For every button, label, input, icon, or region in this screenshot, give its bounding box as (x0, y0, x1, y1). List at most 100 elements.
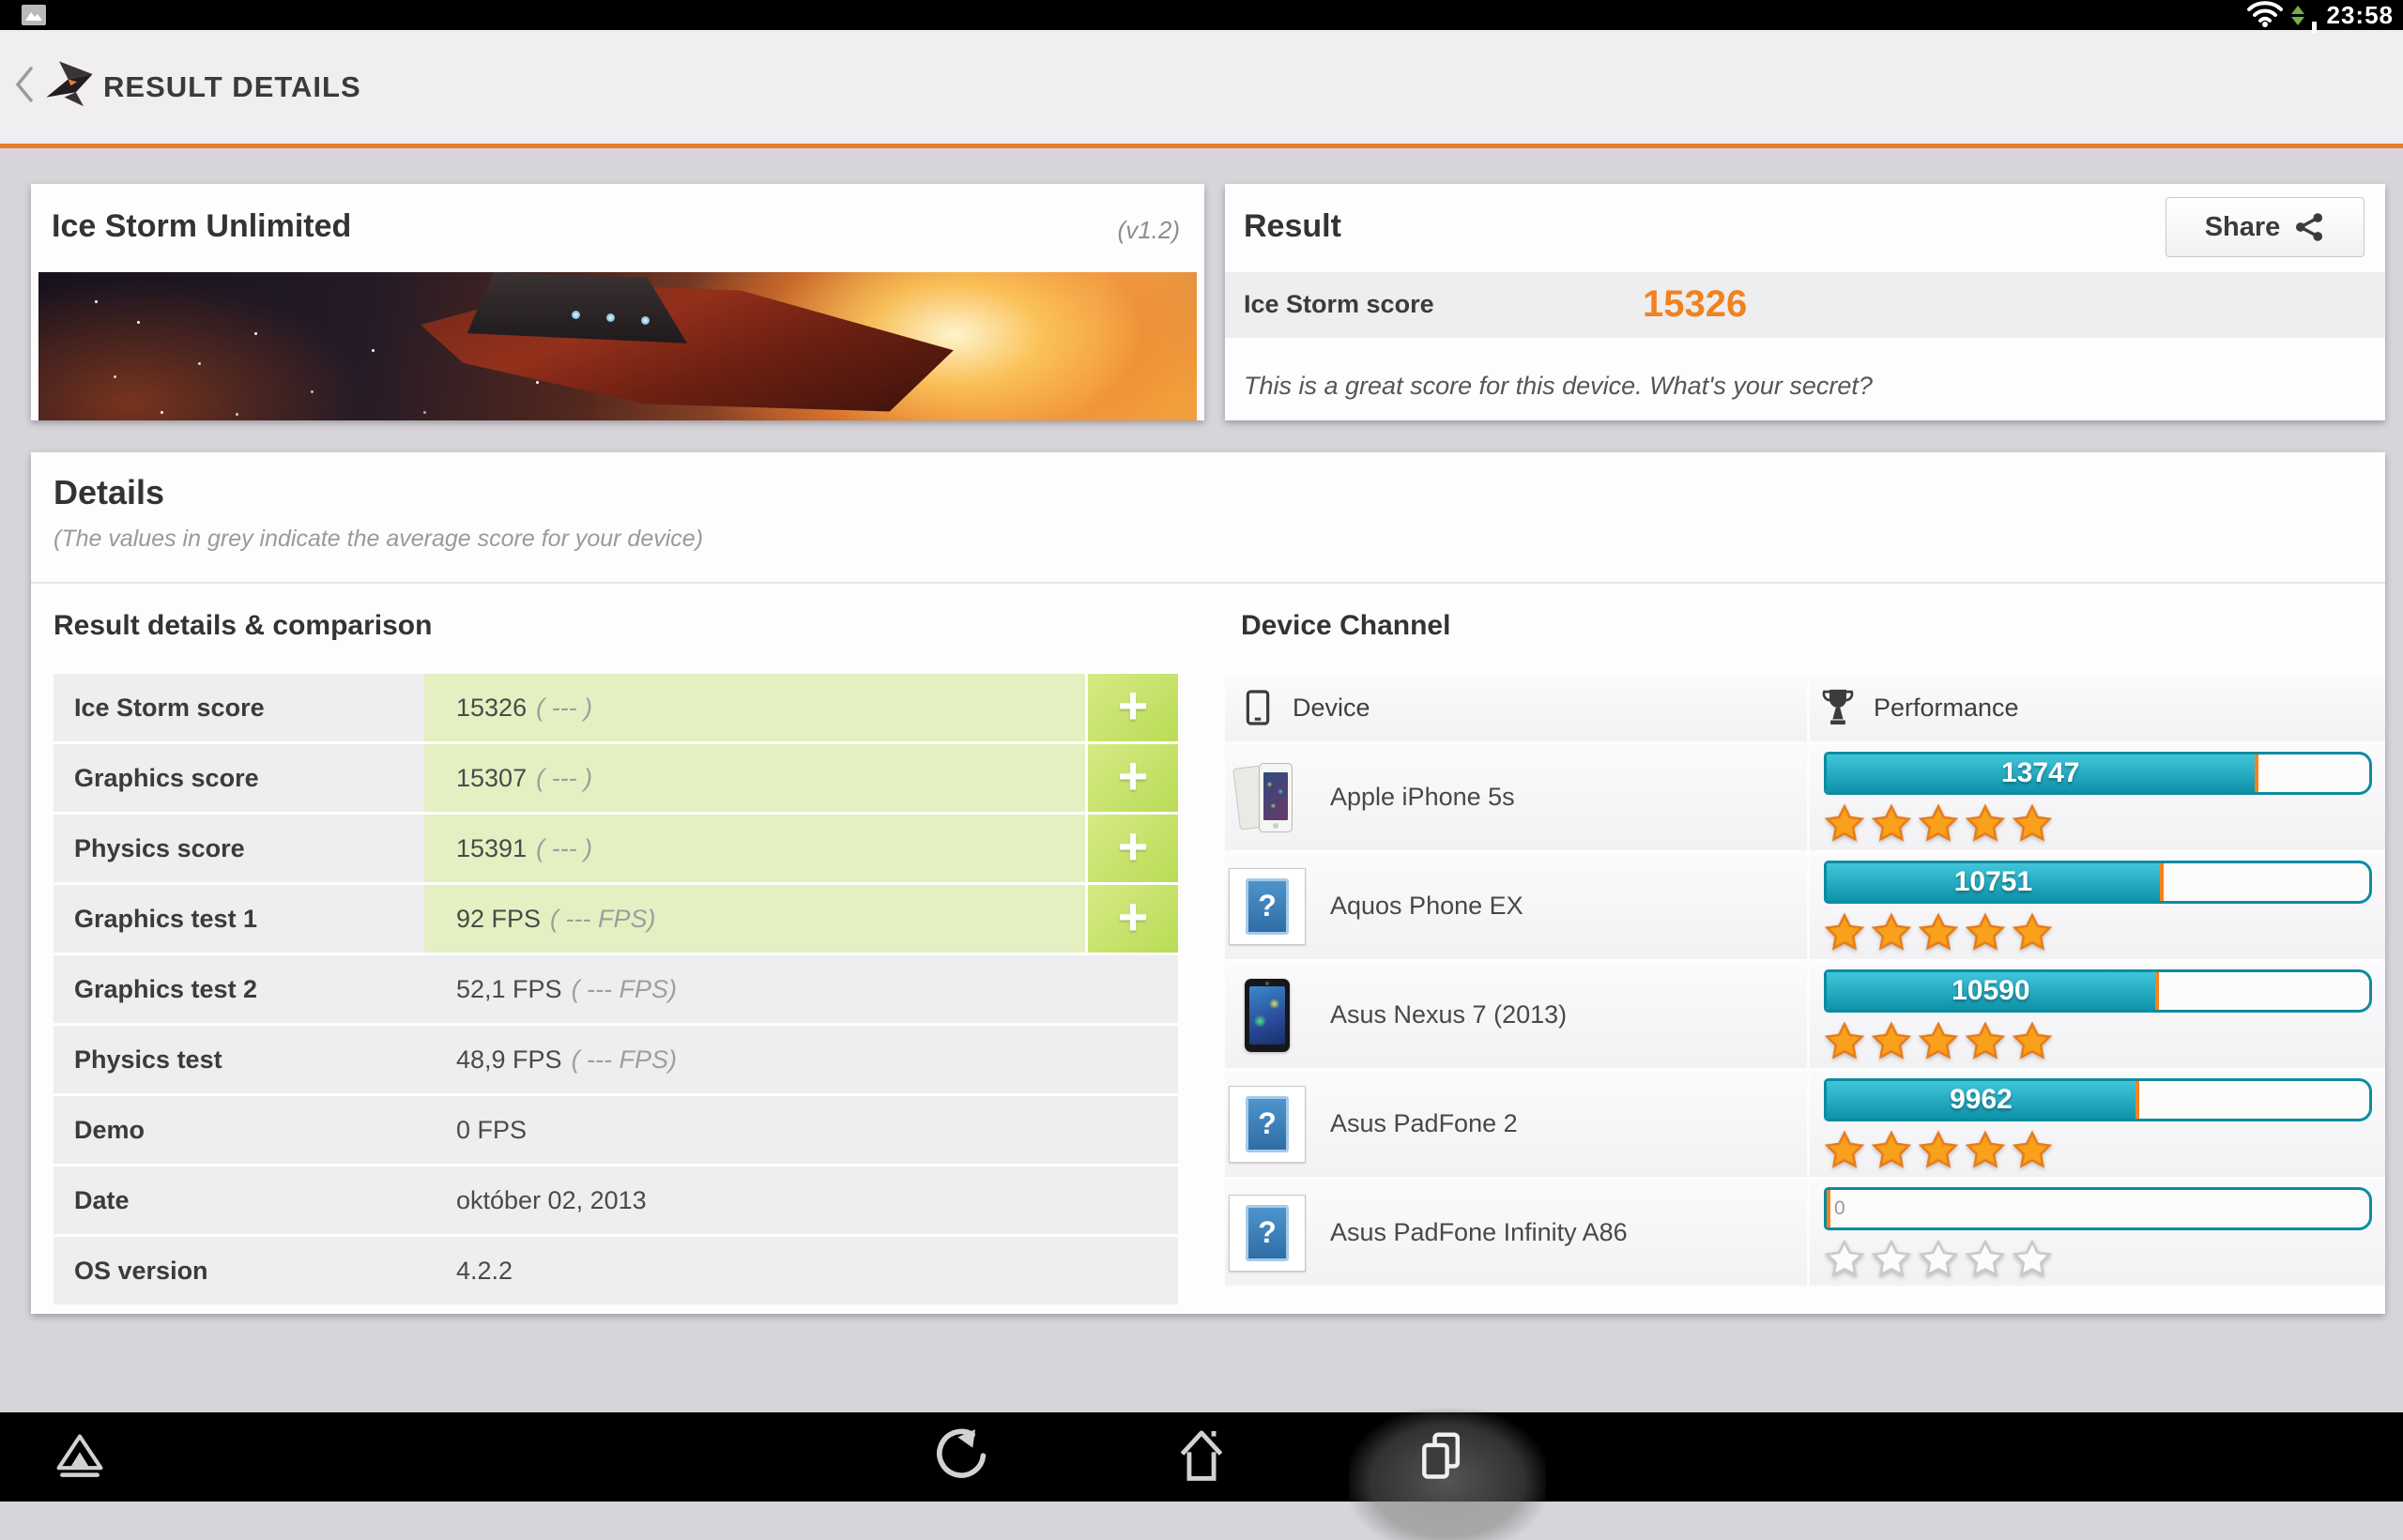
performance-bar-fill: 10590 (1827, 972, 2159, 1010)
metric-label: Graphics test 2 (54, 955, 424, 1023)
metric-value: 15391( --- ) (424, 815, 1085, 882)
star-rating (1824, 1130, 2376, 1171)
back-icon (937, 1428, 987, 1478)
star-filled-icon (1871, 1021, 1912, 1060)
score-comment: This is a great score for this device. W… (1244, 372, 1873, 400)
device-name: Apple iPhone 5s (1330, 783, 1515, 811)
test-name: Ice Storm Unlimited (52, 208, 352, 244)
metric-label: Graphics score (54, 744, 424, 812)
comparison-row: Ice Storm score 15326( --- ) + (54, 674, 1178, 741)
ice-storm-score-row: Ice Storm score 15326 (1225, 272, 2385, 338)
star-empty-icon (1918, 1239, 1959, 1277)
comparison-row: Physics test 48,9 FPS( --- FPS) (54, 1026, 1178, 1093)
device-name: Asus Nexus 7 (2013) (1330, 1000, 1568, 1029)
comparison-row: Graphics score 15307( --- ) + (54, 744, 1178, 812)
comparison-section-title: Result details & comparison (54, 610, 433, 641)
metric-label: Graphics test 1 (54, 885, 424, 953)
device-row[interactable]: Apple iPhone 5s 13747 (1225, 744, 2385, 850)
star-filled-icon (1871, 803, 1912, 842)
performance-score: 10751 (1953, 866, 2033, 897)
device-row[interactable]: ? Aquos Phone EX 10751 (1225, 853, 2385, 959)
star-empty-icon (2012, 1239, 2053, 1277)
metric-value: 4.2.2 (424, 1237, 1178, 1304)
3dmark-logo (43, 60, 96, 114)
plus-icon: + (1117, 816, 1149, 876)
star-filled-icon (1824, 1021, 1865, 1060)
comparison-row: OS version 4.2.2 (54, 1237, 1178, 1304)
status-time: 23:58 (2326, 0, 2394, 29)
nav-back-button[interactable] (892, 1412, 1033, 1502)
star-empty-icon (1871, 1239, 1912, 1277)
performance-bar-fill: 10751 (1827, 863, 2164, 901)
metric-value: 15307( --- ) (424, 744, 1085, 812)
device-row[interactable]: ? Asus PadFone Infinity A86 0 (1225, 1180, 2385, 1286)
star-filled-icon (1871, 912, 1912, 951)
metric-label: Physics test (54, 1026, 424, 1093)
device-channel-title: Device Channel (1241, 610, 1451, 641)
star-filled-icon (2012, 1021, 2053, 1060)
performance-score: 9962 (1950, 1084, 2013, 1115)
device-photo-iphone-5s (1229, 759, 1306, 836)
performance-bar: 10590 (1824, 969, 2372, 1013)
device-channel-table: Device Performance Apple iPhone 5s 13747?… (1225, 674, 2385, 1288)
star-empty-icon (1965, 1239, 2006, 1277)
star-filled-icon (2012, 803, 2053, 842)
performance-score: 10590 (1951, 975, 2030, 1006)
small-apps-button[interactable] (9, 1412, 150, 1502)
test-version: (v1.2) (1117, 216, 1180, 244)
test-card: Ice Storm Unlimited (v1.2) (31, 184, 1204, 420)
share-button[interactable]: Share (2166, 197, 2365, 257)
expand-row-button[interactable]: + (1088, 744, 1178, 812)
metric-value: 48,9 FPS( --- FPS) (424, 1026, 1178, 1093)
home-icon (1180, 1429, 1223, 1481)
status-bar: 23:58 (0, 0, 2403, 33)
recent-apps-icon (1422, 1431, 1461, 1479)
device-placeholder-icon: ? (1229, 1194, 1306, 1272)
device-row[interactable]: ? Asus PadFone 2 9962 (1225, 1071, 2385, 1177)
nav-home-button[interactable] (1131, 1412, 1272, 1502)
star-filled-icon (1965, 1130, 2006, 1168)
divider (31, 582, 2385, 584)
share-button-label: Share (2204, 211, 2281, 242)
metric-value: 0 FPS (424, 1096, 1178, 1164)
performance-bar: 9962 (1824, 1078, 2372, 1121)
header-back-button[interactable] (0, 30, 41, 144)
details-note: (The values in grey indicate the average… (54, 526, 704, 552)
expand-row-button[interactable]: + (1088, 674, 1178, 741)
small-apps-icon (56, 1434, 103, 1477)
performance-column-icon (1822, 689, 1854, 724)
device-name: Asus PadFone 2 (1330, 1109, 1518, 1137)
device-row[interactable]: Asus Nexus 7 (2013) 10590 (1225, 962, 2385, 1068)
star-filled-icon (1824, 1130, 1865, 1168)
device-channel-header-row: Device Performance (1225, 674, 2385, 741)
star-filled-icon (1824, 912, 1865, 951)
performance-column-header: Performance (1874, 693, 2019, 722)
plus-icon: + (1117, 887, 1149, 946)
performance-bar: 13747 (1824, 752, 2372, 795)
score-value: 15326 (1643, 283, 1748, 325)
star-filled-icon (1918, 1130, 1959, 1168)
comparison-table: Ice Storm score 15326( --- ) + Graphics sco… (54, 674, 1178, 1307)
comparison-row: Graphics test 2 52,1 FPS( --- FPS) (54, 955, 1178, 1023)
metric-label: Demo (54, 1096, 424, 1164)
star-empty-icon (1824, 1239, 1865, 1277)
metric-value: 92 FPS( --- FPS) (424, 885, 1085, 953)
star-filled-icon (1965, 1021, 2006, 1060)
app-header: RESULT DETAILS (0, 30, 2403, 148)
test-banner-image (38, 272, 1197, 420)
comparison-row: Physics score 15391( --- ) + (54, 815, 1178, 882)
device-name: Asus PadFone Infinity A86 (1330, 1218, 1628, 1246)
star-filled-icon (2012, 1130, 2053, 1168)
back-chevron-icon (11, 63, 36, 111)
details-title: Details (54, 473, 165, 511)
nav-recent-apps-button[interactable] (1371, 1412, 1512, 1502)
star-filled-icon (1918, 912, 1959, 951)
details-card: Details (The values in grey indicate the… (31, 452, 2385, 1314)
device-placeholder-icon: ? (1229, 1085, 1306, 1163)
expand-row-button[interactable]: + (1088, 815, 1178, 882)
star-filled-icon (1824, 803, 1865, 842)
device-name: Aquos Phone EX (1330, 892, 1523, 920)
expand-row-button[interactable]: + (1088, 885, 1178, 953)
star-filled-icon (1918, 803, 1959, 842)
plus-icon: + (1117, 676, 1149, 735)
